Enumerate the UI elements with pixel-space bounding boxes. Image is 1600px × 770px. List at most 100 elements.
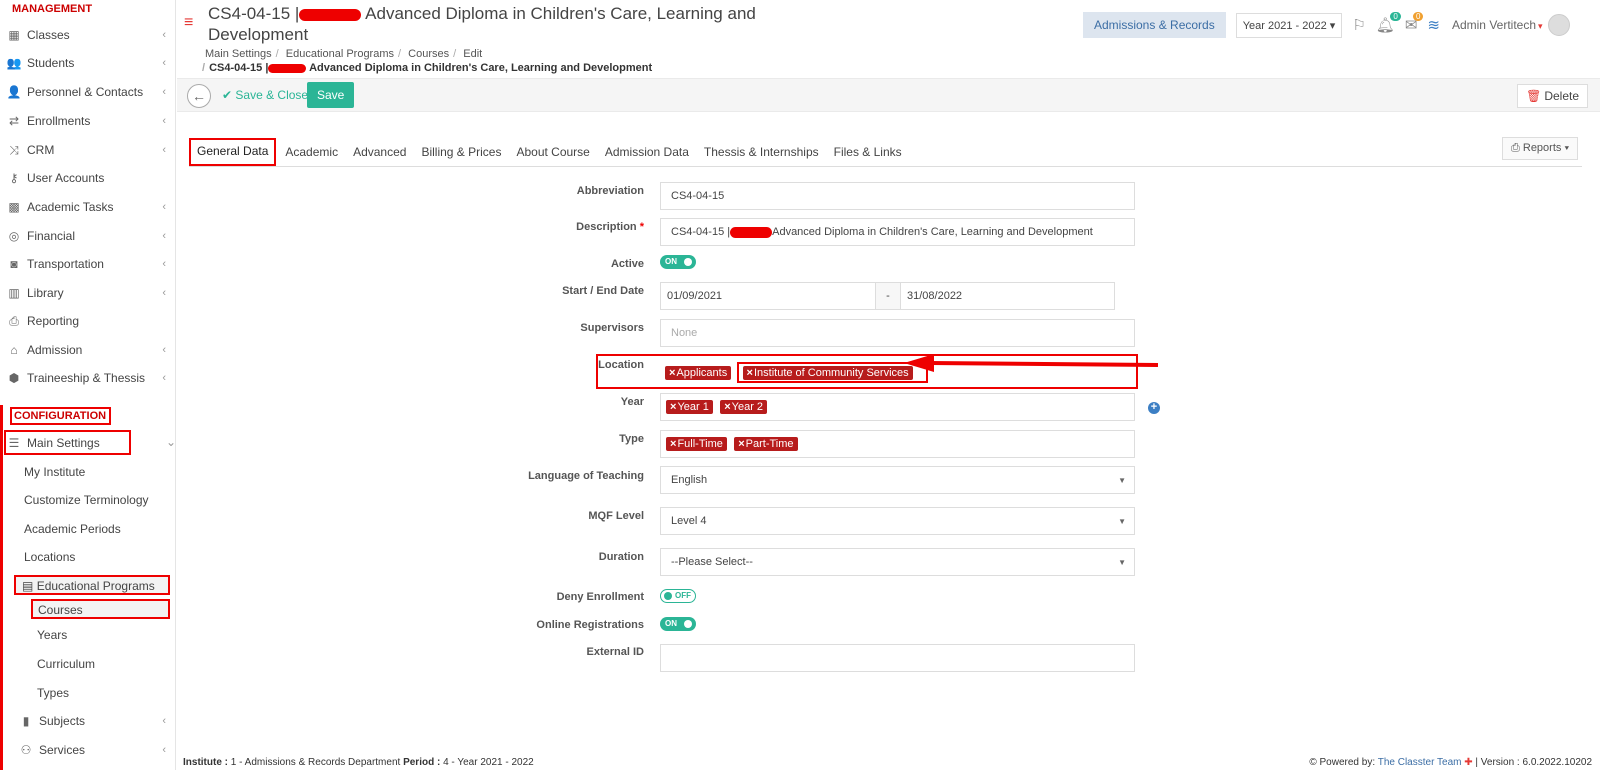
redaction-mark (268, 63, 307, 73)
tasks-icon: ▩ (8, 200, 20, 214)
year-tag-1[interactable]: ×Year 1 (666, 400, 713, 414)
tab-general-data[interactable]: General Data (189, 138, 277, 166)
sidebar-item-admission[interactable]: ⌂ Admission ‹ (6, 339, 172, 361)
tab-academic[interactable]: Academic (279, 138, 344, 166)
tab-thessis-internships[interactable]: Thessis & Internships (698, 138, 825, 166)
hamburger-menu-icon[interactable]: ≡ (184, 14, 193, 32)
breadcrumb-main-settings[interactable]: Main Settings (205, 48, 272, 60)
sidebar-item-students[interactable]: 👥 Students ‹ (6, 52, 172, 74)
reports-button[interactable]: ⎙ Reports ▾ (1502, 137, 1579, 160)
type-tag-part-time[interactable]: ×Part-Time (734, 437, 798, 451)
management-header: MANAGEMENT (12, 3, 93, 15)
delete-button[interactable]: 🗑︎ Delete (1517, 84, 1588, 108)
sidebar-item-reporting[interactable]: ⎙ Reporting (6, 310, 172, 332)
sidebar-item-academic-tasks[interactable]: ▩ Academic Tasks ‹ (6, 196, 172, 218)
language-label: Language of Teaching (528, 470, 644, 482)
trash-icon: 🗑︎ (1526, 89, 1542, 103)
classter-team-link[interactable]: The Classter Team (1378, 757, 1462, 768)
breadcrumb-courses[interactable]: Courses (408, 48, 449, 60)
bell-icon[interactable]: 🔔︎ 0 (1376, 12, 1401, 34)
remove-tag-icon[interactable]: × (738, 438, 744, 450)
active-toggle[interactable]: ON (660, 255, 696, 269)
sidebar-item-enrollments[interactable]: ⇄ Enrollments ‹ (6, 110, 172, 132)
supervisors-label: Supervisors (580, 322, 644, 334)
remove-tag-icon[interactable]: × (670, 401, 676, 413)
tab-about-course[interactable]: About Course (510, 138, 595, 166)
chevron-left-icon: ‹ (162, 372, 166, 384)
save-close-button[interactable]: ✔ Save & Close (222, 88, 308, 102)
remove-tag-icon[interactable]: × (670, 438, 676, 450)
year-tag-input[interactable]: ×Year 1 ×Year 2 (660, 393, 1135, 421)
location-label: Location (598, 359, 644, 371)
deny-enrollment-toggle[interactable]: OFF (660, 589, 696, 603)
redaction-mark (299, 8, 362, 21)
avatar[interactable] (1547, 14, 1570, 36)
start-end-date-label: Start / End Date (562, 285, 644, 297)
year-tag-2[interactable]: ×Year 2 (720, 400, 768, 414)
top-bar-right: Admissions & Records Year 2021 - 2022 ▾ … (1083, 12, 1570, 38)
sidebar-item-financial[interactable]: ◎ Financial ‹ (6, 225, 172, 247)
back-button[interactable]: ← (187, 84, 211, 108)
chevron-left-icon: ‹ (162, 201, 166, 213)
sidebar-item-crm[interactable]: ⤨ CRM ‹ (6, 139, 172, 161)
year-select[interactable]: Year 2021 - 2022 ▾ (1235, 12, 1343, 38)
remove-tag-icon[interactable]: × (724, 401, 730, 413)
sidebar-item-academic-periods[interactable]: Academic Periods (24, 522, 121, 536)
sidebar-item-classes[interactable]: ▦ Classes ‹ (6, 24, 172, 46)
location-tag-institute[interactable]: ×Institute of Community Services (742, 366, 913, 380)
sidebar-item-main-settings[interactable]: ☰ Main Settings (4, 430, 131, 455)
tab-admission-data[interactable]: Admission Data (599, 138, 695, 166)
chevron-left-icon: ‹ (162, 29, 166, 41)
sidebar-item-traineeship[interactable]: ⬢ Traineeship & Thessis ‹ (6, 367, 172, 389)
sidebar-item-library[interactable]: ▥ Library ‹ (6, 282, 172, 304)
envelope-icon[interactable]: ✉ 0 (1405, 12, 1424, 34)
sidebar-item-my-institute[interactable]: My Institute (24, 465, 85, 479)
remove-tag-icon[interactable]: × (669, 367, 675, 379)
location-tag-applicants[interactable]: ×Applicants (665, 366, 732, 380)
tab-advanced[interactable]: Advanced (347, 138, 412, 166)
students-icon: 👥 (6, 56, 22, 70)
admin-user-menu[interactable]: Admin Vertitech ▾ (1452, 18, 1543, 32)
sidebar-item-transportation[interactable]: ◙ Transportation ‹ (6, 253, 172, 275)
chevron-left-icon: ‹ (162, 144, 166, 156)
add-year-icon[interactable]: + (1148, 402, 1160, 414)
admissions-records-button[interactable]: Admissions & Records (1083, 12, 1226, 38)
supervisors-input[interactable]: None (660, 319, 1135, 347)
coins-icon: ◎ (8, 229, 20, 243)
breadcrumb: Main Settings / Educational Programs / Cou… (205, 48, 483, 60)
start-date-input[interactable]: 01/09/2021 (660, 282, 876, 310)
sidebar-item-types[interactable]: Types (37, 686, 69, 700)
flag-icon[interactable]: ⚐ (1352, 16, 1365, 34)
breadcrumb-educational-programs[interactable]: Educational Programs (286, 48, 394, 60)
sidebar-item-educational-programs[interactable]: ▤ Educational Programs (14, 575, 170, 595)
layers-icon[interactable]: ≋ (1427, 16, 1440, 34)
description-input[interactable]: CS4-04-15 | Advanced Diploma in Children'… (660, 218, 1135, 246)
sidebar-item-locations[interactable]: Locations (24, 550, 75, 564)
abbreviation-input[interactable]: CS4-04-15 (660, 182, 1135, 210)
external-id-input[interactable] (660, 644, 1135, 672)
language-select[interactable]: English ▼ (660, 466, 1135, 494)
sidebar-item-services[interactable]: ⚇ Services ‹ (18, 739, 172, 761)
sidebar-item-courses[interactable]: Courses (31, 599, 170, 619)
type-tag-full-time[interactable]: ×Full-Time (666, 437, 727, 451)
sidebar-item-customize-terminology[interactable]: Customize Terminology (24, 493, 149, 507)
type-tag-input[interactable]: ×Full-Time ×Part-Time (660, 430, 1135, 458)
page-title: CS4-04-15 | Advanced Diploma in Children… (208, 4, 756, 44)
tab-files-links[interactable]: Files & Links (828, 138, 908, 166)
tab-bar: General Data Academic Advanced Billing &… (189, 138, 911, 166)
remove-tag-icon[interactable]: × (747, 367, 753, 379)
sidebar-item-years[interactable]: Years (37, 628, 67, 642)
end-date-input[interactable]: 31/08/2022 (900, 282, 1115, 310)
mqf-level-select[interactable]: Level 4 ▼ (660, 507, 1135, 535)
sidebar-item-curriculum[interactable]: Curriculum (37, 657, 95, 671)
online-registrations-toggle[interactable]: ON (660, 617, 696, 631)
save-button[interactable]: Save (307, 82, 355, 108)
sidebar-item-personnel[interactable]: 👤 Personnel & Contacts ‹ (6, 81, 172, 103)
action-toolbar: ← ✔ Save & Close Save 🗑︎ Delete (177, 78, 1600, 112)
duration-select[interactable]: --Please Select-- ▼ (660, 548, 1135, 576)
external-id-label: External ID (586, 646, 644, 658)
sidebar-item-subjects[interactable]: ▮ Subjects ‹ (18, 710, 172, 732)
tab-billing-prices[interactable]: Billing & Prices (415, 138, 507, 166)
sidebar-item-user-accounts[interactable]: ⚷ User Accounts (6, 167, 172, 189)
breadcrumb-current: / CS4-04-15 | Advanced Diploma in Childre… (202, 62, 653, 74)
